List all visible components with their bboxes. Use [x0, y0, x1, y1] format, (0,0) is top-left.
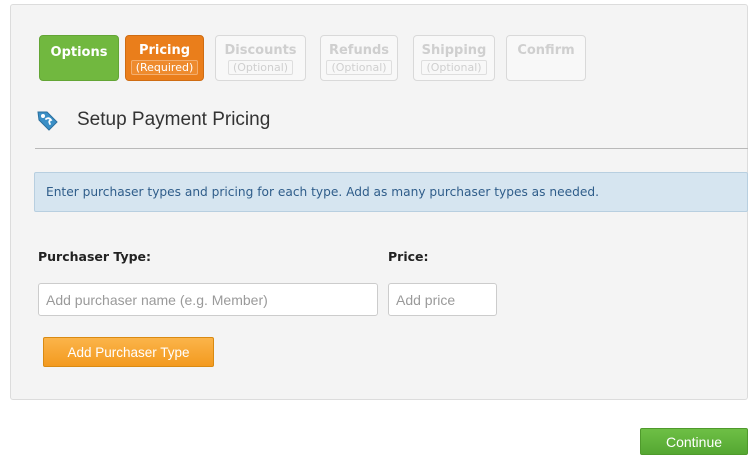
- purchaser-name-input[interactable]: [38, 283, 378, 316]
- page-title: Setup Payment Pricing: [77, 109, 271, 130]
- price-tag-icon: [37, 111, 58, 131]
- step-confirm-label: Confirm: [517, 43, 575, 58]
- step-refunds-label: Refunds: [328, 43, 390, 58]
- price-input[interactable]: [388, 283, 497, 316]
- price-label: Price:: [388, 249, 429, 264]
- section-header: Setup Payment Pricing: [35, 107, 270, 133]
- step-shipping-sub: (Optional): [421, 60, 487, 75]
- section-divider: [35, 148, 748, 149]
- step-shipping[interactable]: Shipping (Optional): [413, 35, 495, 81]
- info-message: Enter purchaser types and pricing for ea…: [34, 172, 748, 212]
- step-options-label: Options: [50, 45, 108, 60]
- step-discounts-label: Discounts: [224, 43, 297, 58]
- continue-button[interactable]: Continue: [640, 428, 748, 455]
- step-discounts-sub: (Optional): [227, 60, 294, 75]
- step-refunds-sub: (Optional): [326, 60, 392, 75]
- step-discounts[interactable]: Discounts (Optional): [215, 35, 306, 81]
- add-purchaser-type-button[interactable]: Add Purchaser Type: [43, 337, 214, 367]
- step-options[interactable]: Options: [39, 35, 119, 81]
- step-refunds[interactable]: Refunds (Optional): [320, 35, 398, 81]
- step-pricing[interactable]: Pricing (Required): [125, 35, 204, 81]
- purchaser-type-label: Purchaser Type:: [38, 249, 152, 264]
- step-pricing-sub: (Required): [130, 60, 199, 75]
- step-confirm[interactable]: Confirm: [506, 35, 586, 81]
- step-shipping-label: Shipping: [421, 43, 487, 58]
- step-pricing-label: Pricing: [138, 43, 191, 58]
